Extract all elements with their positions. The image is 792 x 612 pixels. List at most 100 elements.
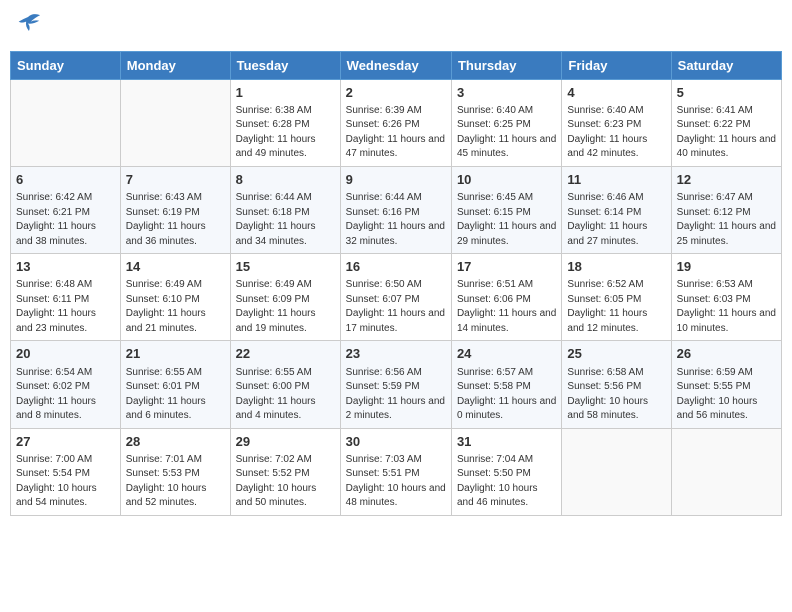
calendar-cell: 26 Sunrise: 6:59 AM Sunset: 5:55 PM Dayli… bbox=[671, 341, 781, 428]
day-info: Sunrise: 7:00 AM Sunset: 5:54 PM Dayligh… bbox=[16, 453, 115, 511]
calendar-cell: 23 Sunrise: 6:56 AM Sunset: 5:59 PM Dayli… bbox=[340, 341, 451, 428]
day-number: 19 bbox=[677, 258, 776, 276]
calendar-cell: 29 Sunrise: 7:02 AM Sunset: 5:52 PM Dayli… bbox=[230, 428, 340, 515]
day-info: Sunrise: 6:49 AM Sunset: 6:10 PM Dayligh… bbox=[126, 278, 225, 336]
weekday-header-monday: Monday bbox=[120, 51, 230, 79]
calendar-cell: 11Sunrise: 6:46 AM Sunset: 6:14 PM Dayli… bbox=[562, 166, 671, 253]
calendar-cell: 21 Sunrise: 6:55 AM Sunset: 6:01 PM Dayli… bbox=[120, 341, 230, 428]
day-number: 14 bbox=[126, 258, 225, 276]
day-number: 31 bbox=[457, 433, 556, 451]
day-info: Sunrise: 7:03 AM Sunset: 5:51 PM Dayligh… bbox=[346, 453, 446, 511]
day-info: Sunrise: 6:54 AM Sunset: 6:02 PM Dayligh… bbox=[16, 366, 115, 424]
day-number: 20 bbox=[16, 345, 115, 363]
calendar-cell: 16 Sunrise: 6:50 AM Sunset: 6:07 PM Dayli… bbox=[340, 254, 451, 341]
day-info: Sunrise: 6:49 AM Sunset: 6:09 PM Dayligh… bbox=[236, 278, 335, 336]
calendar-cell: 8 Sunrise: 6:44 AM Sunset: 6:18 PM Daylig… bbox=[230, 166, 340, 253]
day-number: 12 bbox=[677, 171, 776, 189]
day-info: Sunrise: 6:48 AM Sunset: 6:11 PM Dayligh… bbox=[16, 278, 115, 336]
day-number: 1 bbox=[236, 84, 335, 102]
day-number: 5 bbox=[677, 84, 776, 102]
day-info: Sunrise: 6:41 AM Sunset: 6:22 PM Dayligh… bbox=[677, 104, 776, 162]
day-info: Sunrise: 6:55 AM Sunset: 6:01 PM Dayligh… bbox=[126, 366, 225, 424]
calendar-cell: 2Sunrise: 6:39 AM Sunset: 6:26 PM Daylig… bbox=[340, 79, 451, 166]
calendar-cell bbox=[562, 428, 671, 515]
day-info: Sunrise: 6:50 AM Sunset: 6:07 PM Dayligh… bbox=[346, 278, 446, 336]
weekday-header-sunday: Sunday bbox=[11, 51, 121, 79]
calendar-header-row: SundayMondayTuesdayWednesdayThursdayFrid… bbox=[11, 51, 782, 79]
day-number: 11 bbox=[567, 171, 665, 189]
weekday-header-wednesday: Wednesday bbox=[340, 51, 451, 79]
day-info: Sunrise: 6:51 AM Sunset: 6:06 PM Dayligh… bbox=[457, 278, 556, 336]
day-info: Sunrise: 6:39 AM Sunset: 6:26 PM Dayligh… bbox=[346, 104, 446, 162]
calendar-week-row: 20 Sunrise: 6:54 AM Sunset: 6:02 PM Dayli… bbox=[11, 341, 782, 428]
day-number: 26 bbox=[677, 345, 776, 363]
day-info: Sunrise: 6:53 AM Sunset: 6:03 PM Dayligh… bbox=[677, 278, 776, 336]
day-number: 28 bbox=[126, 433, 225, 451]
calendar-cell: 6 Sunrise: 6:42 AM Sunset: 6:21 PM Daylig… bbox=[11, 166, 121, 253]
day-number: 30 bbox=[346, 433, 446, 451]
day-info: Sunrise: 7:04 AM Sunset: 5:50 PM Dayligh… bbox=[457, 453, 556, 511]
day-info: Sunrise: 6:59 AM Sunset: 5:55 PM Dayligh… bbox=[677, 366, 776, 424]
day-number: 18 bbox=[567, 258, 665, 276]
calendar-cell: 19 Sunrise: 6:53 AM Sunset: 6:03 PM Dayli… bbox=[671, 254, 781, 341]
calendar-cell: 12 Sunrise: 6:47 AM Sunset: 6:12 PM Dayli… bbox=[671, 166, 781, 253]
calendar-cell: 25 Sunrise: 6:58 AM Sunset: 5:56 PM Dayli… bbox=[562, 341, 671, 428]
calendar-cell: 18 Sunrise: 6:52 AM Sunset: 6:05 PM Dayli… bbox=[562, 254, 671, 341]
calendar-cell: 30 Sunrise: 7:03 AM Sunset: 5:51 PM Dayli… bbox=[340, 428, 451, 515]
calendar-week-row: 6 Sunrise: 6:42 AM Sunset: 6:21 PM Daylig… bbox=[11, 166, 782, 253]
calendar-cell: 15Sunrise: 6:49 AM Sunset: 6:09 PM Dayli… bbox=[230, 254, 340, 341]
day-info: Sunrise: 6:38 AM Sunset: 6:28 PM Dayligh… bbox=[236, 104, 335, 162]
day-number: 8 bbox=[236, 171, 335, 189]
day-number: 13 bbox=[16, 258, 115, 276]
calendar-cell: 31 Sunrise: 7:04 AM Sunset: 5:50 PM Dayli… bbox=[451, 428, 561, 515]
calendar-cell: 27Sunrise: 7:00 AM Sunset: 5:54 PM Dayli… bbox=[11, 428, 121, 515]
day-number: 10 bbox=[457, 171, 556, 189]
calendar-week-row: 1 Sunrise: 6:38 AM Sunset: 6:28 PM Daylig… bbox=[11, 79, 782, 166]
calendar-cell bbox=[671, 428, 781, 515]
calendar-cell: 3 Sunrise: 6:40 AM Sunset: 6:25 PM Daylig… bbox=[451, 79, 561, 166]
day-number: 29 bbox=[236, 433, 335, 451]
calendar-week-row: 13 Sunrise: 6:48 AM Sunset: 6:11 PM Dayli… bbox=[11, 254, 782, 341]
calendar-cell: 20 Sunrise: 6:54 AM Sunset: 6:02 PM Dayli… bbox=[11, 341, 121, 428]
calendar-cell: 1 Sunrise: 6:38 AM Sunset: 6:28 PM Daylig… bbox=[230, 79, 340, 166]
day-info: Sunrise: 6:40 AM Sunset: 6:25 PM Dayligh… bbox=[457, 104, 556, 162]
day-info: Sunrise: 6:56 AM Sunset: 5:59 PM Dayligh… bbox=[346, 366, 446, 424]
day-info: Sunrise: 6:44 AM Sunset: 6:16 PM Dayligh… bbox=[346, 191, 446, 249]
day-info: Sunrise: 6:58 AM Sunset: 5:56 PM Dayligh… bbox=[567, 366, 665, 424]
day-number: 16 bbox=[346, 258, 446, 276]
day-number: 6 bbox=[16, 171, 115, 189]
calendar-cell: 5 Sunrise: 6:41 AM Sunset: 6:22 PM Daylig… bbox=[671, 79, 781, 166]
day-info: Sunrise: 6:42 AM Sunset: 6:21 PM Dayligh… bbox=[16, 191, 115, 249]
day-info: Sunrise: 6:45 AM Sunset: 6:15 PM Dayligh… bbox=[457, 191, 556, 249]
day-number: 3 bbox=[457, 84, 556, 102]
day-number: 25 bbox=[567, 345, 665, 363]
day-info: Sunrise: 6:52 AM Sunset: 6:05 PM Dayligh… bbox=[567, 278, 665, 336]
day-number: 22 bbox=[236, 345, 335, 363]
calendar-cell: 14 Sunrise: 6:49 AM Sunset: 6:10 PM Dayli… bbox=[120, 254, 230, 341]
day-info: Sunrise: 6:57 AM Sunset: 5:58 PM Dayligh… bbox=[457, 366, 556, 424]
day-number: 23 bbox=[346, 345, 446, 363]
weekday-header-saturday: Saturday bbox=[671, 51, 781, 79]
day-info: Sunrise: 6:40 AM Sunset: 6:23 PM Dayligh… bbox=[567, 104, 665, 162]
weekday-header-friday: Friday bbox=[562, 51, 671, 79]
day-info: Sunrise: 6:47 AM Sunset: 6:12 PM Dayligh… bbox=[677, 191, 776, 249]
logo-bird-icon bbox=[14, 10, 42, 38]
calendar-cell: 22Sunrise: 6:55 AM Sunset: 6:00 PM Dayli… bbox=[230, 341, 340, 428]
day-info: Sunrise: 7:02 AM Sunset: 5:52 PM Dayligh… bbox=[236, 453, 335, 511]
calendar-cell: 17Sunrise: 6:51 AM Sunset: 6:06 PM Dayli… bbox=[451, 254, 561, 341]
day-number: 4 bbox=[567, 84, 665, 102]
day-number: 21 bbox=[126, 345, 225, 363]
day-info: Sunrise: 6:44 AM Sunset: 6:18 PM Dayligh… bbox=[236, 191, 335, 249]
calendar-cell bbox=[11, 79, 121, 166]
calendar-week-row: 27Sunrise: 7:00 AM Sunset: 5:54 PM Dayli… bbox=[11, 428, 782, 515]
calendar-cell: 13 Sunrise: 6:48 AM Sunset: 6:11 PM Dayli… bbox=[11, 254, 121, 341]
calendar-cell: 7Sunrise: 6:43 AM Sunset: 6:19 PM Daylig… bbox=[120, 166, 230, 253]
calendar-cell bbox=[120, 79, 230, 166]
calendar-cell: 9Sunrise: 6:44 AM Sunset: 6:16 PM Daylig… bbox=[340, 166, 451, 253]
page-header bbox=[10, 10, 782, 43]
weekday-header-tuesday: Tuesday bbox=[230, 51, 340, 79]
calendar-cell: 28Sunrise: 7:01 AM Sunset: 5:53 PM Dayli… bbox=[120, 428, 230, 515]
day-number: 24 bbox=[457, 345, 556, 363]
calendar-table: SundayMondayTuesdayWednesdayThursdayFrid… bbox=[10, 51, 782, 516]
logo bbox=[14, 10, 42, 43]
